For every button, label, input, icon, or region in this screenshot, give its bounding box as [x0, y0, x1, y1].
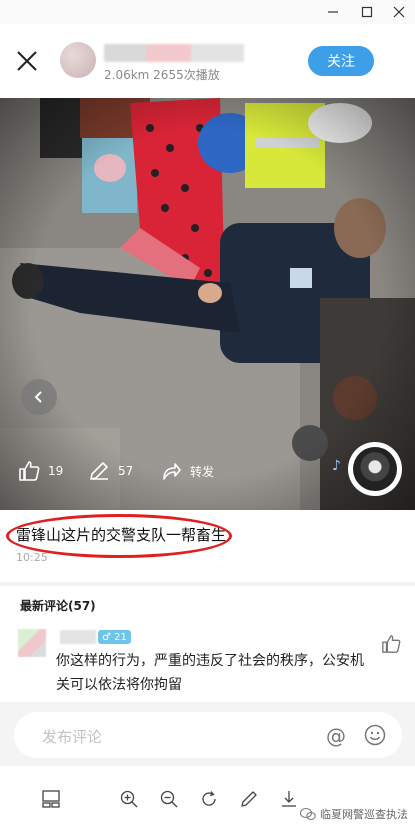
comment-text: 你这样的行为，严重的违反了社会的秩序，公安机关可以依法将你拘留	[56, 653, 364, 693]
zoom-out-icon[interactable]	[158, 788, 180, 810]
post-stats: 2.06km 2655次播放	[104, 68, 220, 82]
edit-pen-icon[interactable]	[238, 788, 260, 810]
comment-count: 57	[118, 464, 134, 478]
gender-age-badge: ♂ 21	[98, 630, 131, 644]
rotate-icon[interactable]	[198, 788, 220, 810]
maximize-icon[interactable]	[352, 2, 382, 22]
pencil-icon	[90, 462, 108, 480]
like-action[interactable]: 19	[18, 460, 63, 482]
comments-heading: 最新评论(57)	[20, 599, 96, 613]
commenter-name-blurred[interactable]	[60, 630, 96, 644]
music-note-icon: ♪	[332, 458, 341, 474]
previous-photo-button[interactable]	[21, 379, 57, 415]
author-avatar[interactable]	[60, 42, 96, 78]
download-icon[interactable]	[278, 788, 300, 810]
thumbs-up-icon	[382, 635, 401, 653]
author-name-blurred[interactable]	[104, 44, 244, 62]
wechat-icon	[300, 808, 316, 820]
comment-like-button[interactable]	[381, 634, 401, 658]
comment-action[interactable]: 57	[88, 460, 133, 482]
at-mention-icon[interactable]: @	[326, 724, 346, 748]
like-count: 19	[48, 464, 64, 478]
commenter-avatar[interactable]	[18, 629, 46, 657]
music-disc-button[interactable]	[348, 442, 402, 496]
thumbs-up-icon	[19, 461, 40, 481]
minimize-icon[interactable]	[318, 2, 348, 22]
comment-input-placeholder: 发布评论	[42, 728, 103, 746]
music-disc-icon	[353, 447, 397, 491]
layout-icon[interactable]	[40, 788, 62, 810]
share-action[interactable]: 转发	[160, 460, 214, 482]
watermark-text: 临夏网警巡查执法	[320, 808, 408, 821]
zoom-in-icon[interactable]	[118, 788, 140, 810]
close-post-icon[interactable]	[14, 48, 40, 74]
post-photo[interactable]	[0, 98, 415, 510]
share-arrow-icon	[163, 463, 181, 480]
close-icon[interactable]	[384, 2, 414, 22]
follow-button[interactable]: 关注	[308, 46, 374, 76]
emoji-icon[interactable]	[364, 724, 386, 750]
section-divider	[0, 582, 415, 586]
post-time: 10:25	[16, 551, 48, 564]
source-watermark: 临夏网警巡查执法	[300, 806, 408, 822]
share-label: 转发	[190, 464, 215, 479]
chevron-left-icon	[34, 391, 42, 403]
